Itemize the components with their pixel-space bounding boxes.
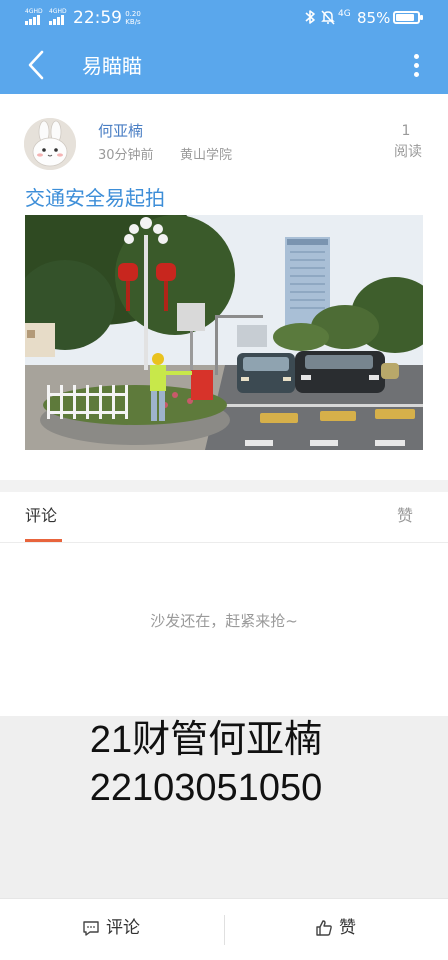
bottom-action-bar: 评论 赞 xyxy=(0,898,448,960)
rabbit-avatar-icon xyxy=(24,118,76,170)
like-button-label: 赞 xyxy=(339,918,356,938)
more-vertical-icon[interactable] xyxy=(406,50,426,80)
read-label: 阅读 xyxy=(394,144,422,160)
mute-bell-icon xyxy=(321,10,335,25)
tab-comments[interactable]: 评论 xyxy=(25,505,57,527)
tabs-divider xyxy=(0,542,448,543)
back-arrow-icon[interactable] xyxy=(22,48,52,82)
post-photo[interactable] xyxy=(25,215,423,450)
tab-likes[interactable]: 赞 xyxy=(397,505,413,527)
speed-value: 0.20 xyxy=(125,10,141,18)
like-button[interactable]: 赞 xyxy=(315,913,356,943)
sim1-label: 4GHD xyxy=(25,8,43,15)
avatar[interactable] xyxy=(24,118,76,170)
overlay-id-text: 22103051050 xyxy=(89,767,323,809)
thumbs-up-icon xyxy=(316,920,332,936)
network-type: 4G xyxy=(338,9,351,19)
network-speed: 0.20 KB/s xyxy=(122,10,144,26)
overlay-name-text: 21财管何亚楠 xyxy=(89,719,323,761)
empty-comments-text: 沙发还在，赶紧来抢~ xyxy=(150,612,298,630)
status-bar: 4GHD 4GHD 22:59 0.20 KB/s 4G 85% xyxy=(0,0,448,36)
battery-percent: 85% xyxy=(357,9,391,27)
page-title: 易瞄瞄 xyxy=(82,54,142,78)
battery-icon xyxy=(393,11,423,24)
bottom-bar-divider xyxy=(224,915,225,945)
post-title: 交通安全易起拍 xyxy=(25,186,165,210)
author-school: 黄山学院 xyxy=(180,148,233,163)
bluetooth-icon xyxy=(305,10,315,24)
speed-unit: KB/s xyxy=(125,18,141,26)
author-name[interactable]: 何亚楠 xyxy=(98,120,143,142)
comment-button[interactable]: 评论 xyxy=(82,913,140,943)
battery-fill xyxy=(396,14,414,21)
post-time: 30分钟前 xyxy=(98,148,154,163)
clock: 22:59 xyxy=(73,8,122,28)
section-divider xyxy=(0,480,448,492)
comment-icon xyxy=(83,921,99,936)
sim2-label: 4GHD xyxy=(49,8,67,15)
read-count: 1 xyxy=(401,123,411,139)
comment-button-label: 评论 xyxy=(106,918,140,938)
app-header: 4GHD 4GHD 22:59 0.20 KB/s 4G 85% 易瞄瞄 xyxy=(0,0,448,94)
